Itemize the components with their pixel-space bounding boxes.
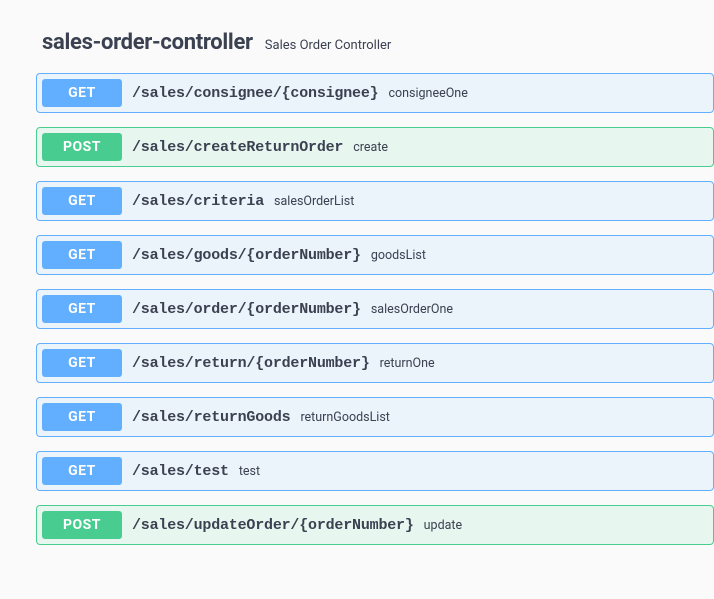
http-method-badge: GET — [42, 79, 122, 107]
endpoint-summary: returnOne — [380, 356, 435, 371]
endpoint-summary: returnGoodsList — [300, 410, 389, 425]
operation-row[interactable]: GET /sales/return/{orderNumber} returnOn… — [36, 343, 714, 383]
operations-list: GET /sales/consignee/{consignee} consign… — [36, 73, 714, 545]
swagger-panel: sales-order-controller Sales Order Contr… — [0, 0, 714, 545]
operation-row[interactable]: POST /sales/updateOrder/{orderNumber} up… — [36, 505, 714, 545]
operation-row[interactable]: GET /sales/goods/{orderNumber} goodsList — [36, 235, 714, 275]
endpoint-summary: salesOrderOne — [371, 302, 453, 317]
endpoint-summary: update — [424, 518, 462, 533]
endpoint-path: /sales/order/{orderNumber} — [132, 301, 361, 318]
operation-row[interactable]: POST /sales/createReturnOrder create — [36, 127, 714, 167]
operation-row[interactable]: GET /sales/consignee/{consignee} consign… — [36, 73, 714, 113]
endpoint-path: /sales/createReturnOrder — [132, 139, 343, 156]
endpoint-path: /sales/test — [132, 463, 229, 480]
http-method-badge: GET — [42, 349, 122, 377]
endpoint-summary: create — [353, 140, 388, 155]
endpoint-path: /sales/consignee/{consignee} — [132, 85, 378, 102]
endpoint-summary: consigneeOne — [388, 86, 467, 101]
http-method-badge: GET — [42, 295, 122, 323]
http-method-badge: GET — [42, 241, 122, 269]
endpoint-path: /sales/returnGoods — [132, 409, 290, 426]
endpoint-path: /sales/goods/{orderNumber} — [132, 247, 361, 264]
endpoint-summary: test — [239, 464, 260, 479]
tag-description: Sales Order Controller — [265, 38, 391, 53]
http-method-badge: GET — [42, 403, 122, 431]
endpoint-path: /sales/updateOrder/{orderNumber} — [132, 517, 414, 534]
tag-header[interactable]: sales-order-controller Sales Order Contr… — [42, 30, 714, 55]
endpoint-path: /sales/criteria — [132, 193, 264, 210]
tag-name: sales-order-controller — [42, 30, 253, 55]
endpoint-summary: goodsList — [371, 248, 426, 263]
endpoint-summary: salesOrderList — [274, 194, 354, 209]
endpoint-path: /sales/return/{orderNumber} — [132, 355, 370, 372]
operation-row[interactable]: GET /sales/returnGoods returnGoodsList — [36, 397, 714, 437]
http-method-badge: POST — [42, 133, 122, 161]
operation-row[interactable]: GET /sales/order/{orderNumber} salesOrde… — [36, 289, 714, 329]
operation-row[interactable]: GET /sales/test test — [36, 451, 714, 491]
http-method-badge: POST — [42, 511, 122, 539]
operation-row[interactable]: GET /sales/criteria salesOrderList — [36, 181, 714, 221]
http-method-badge: GET — [42, 457, 122, 485]
http-method-badge: GET — [42, 187, 122, 215]
